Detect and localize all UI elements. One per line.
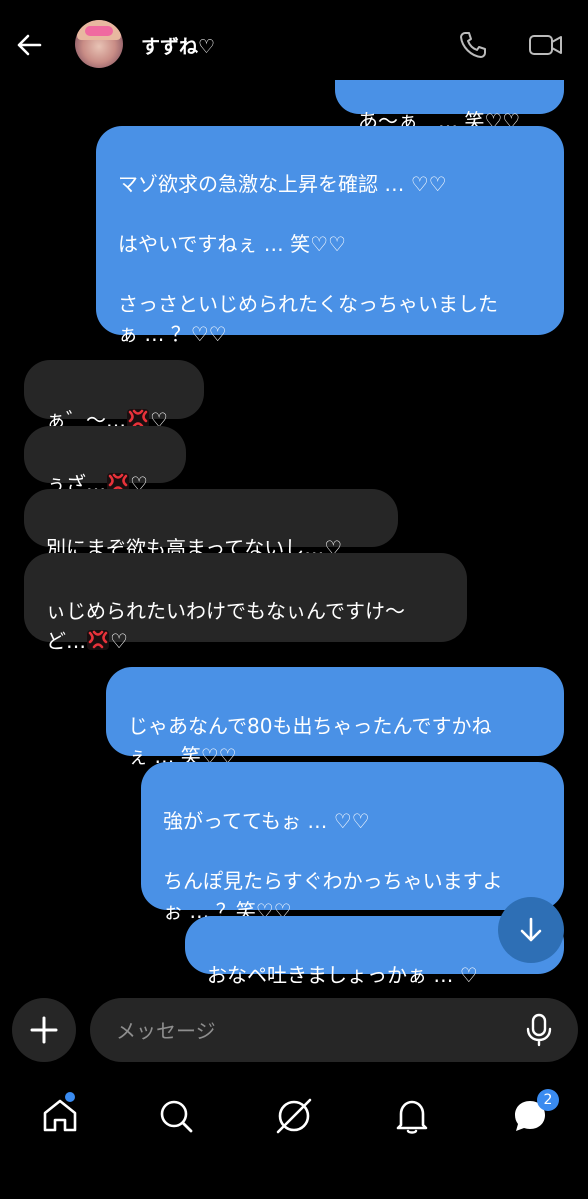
message-bubble-outgoing[interactable]: じゃあなんで80も出ちゃったんですかね ぇ … 笑♡♡ [106,667,564,768]
bell-icon[interactable] [392,1096,432,1136]
phone-icon[interactable] [458,30,488,60]
anger-emoji [86,629,110,651]
message-input[interactable]: メッセージ [90,998,578,1062]
contact-name[interactable]: すずね♡ [141,32,215,59]
home-notification-dot [65,1092,75,1102]
message-bubble-incoming[interactable]: ぅざ… ♡ [24,426,186,496]
scroll-to-bottom-button[interactable] [498,897,564,963]
bottom-navigation [0,1080,588,1199]
message-input-placeholder: メッセージ [116,1019,216,1043]
explore-icon[interactable] [274,1096,314,1136]
video-icon[interactable] [528,30,564,60]
search-icon[interactable] [156,1096,196,1136]
add-attachment-button[interactable] [12,998,76,1062]
message-bubble-incoming[interactable]: ぁ゛〜… ♡ [24,360,204,432]
arrow-down-icon [520,917,542,942]
message-bubble-incoming[interactable]: ぃじめられたいわけでもなぃんですけ〜 ど… ♡ [24,553,467,653]
home-icon[interactable] [40,1096,80,1136]
avatar[interactable] [75,20,123,68]
message-bubble-outgoing[interactable]: 強がっててもぉ … ♡♡ ちんぽ見たらすぐわかっちゃいますよ ぉ … ？笑♡♡ [141,762,564,923]
chat-header: すずね♡ [0,0,588,80]
plus-icon [30,1016,58,1044]
messages-badge: 2 [537,1089,559,1111]
message-bubble-incoming[interactable]: 別にまぞ欲も高まってないし…♡ [24,489,398,560]
message-bubble-outgoing[interactable]: マゾ欲求の急激な上昇を確認 … ♡♡ はやいですねぇ … 笑♡♡ さっさといじめ… [96,126,564,346]
back-arrow-icon[interactable] [14,30,44,60]
mic-icon[interactable] [526,1013,552,1047]
